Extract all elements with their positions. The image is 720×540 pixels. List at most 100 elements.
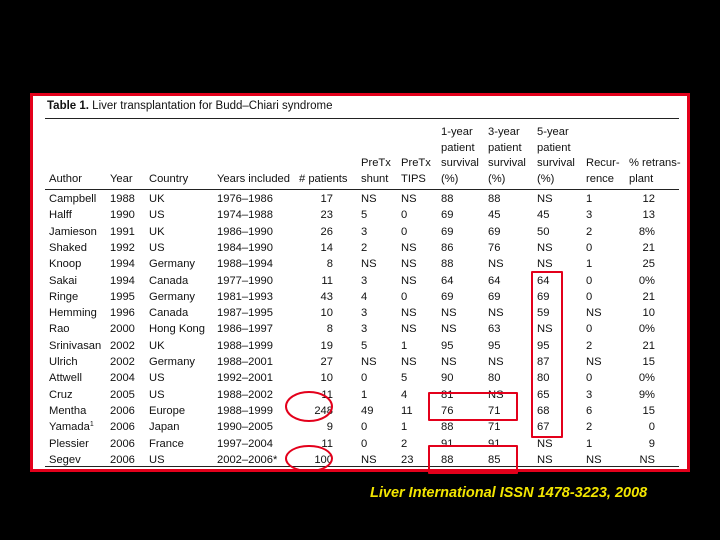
table-row: Shaked 1992 US 1984–1990 14 2 NS 86 76 NS 0 21 [45, 241, 679, 257]
cell-text: 1990 [110, 209, 135, 222]
cell-patients: 10 [307, 306, 333, 321]
cell-1y-survival: NS [441, 322, 457, 337]
cell-text: 1977–1990 [217, 274, 273, 287]
cell-1y-survival: NS [441, 355, 457, 370]
cell-3y-survival: 71 [488, 420, 500, 435]
table-row: Halff 1990 US 1974–1988 23 5 0 69 45 45 3 13 [45, 208, 679, 224]
cell-country: US [149, 208, 165, 223]
cell-text: Rao [49, 323, 70, 336]
cell-pretx-shunt: 4 [361, 290, 367, 305]
cell-years-included: 1990–2005 [217, 420, 273, 435]
cell-text: 1990–2005 [217, 421, 273, 434]
cell-pretx-shunt: 0 [361, 420, 367, 435]
cell-text: Japan [149, 421, 180, 434]
header-3y-survival: 3-year [488, 126, 520, 138]
header-country: Country [149, 172, 189, 185]
cell-text: 8 [326, 258, 333, 271]
citation: Liver International ISSN 1478-3223, 2008 [370, 485, 648, 501]
cell-text: Srinivasan [49, 339, 102, 352]
header-retransplant: plant [629, 172, 654, 185]
cell-text: 21 [642, 339, 655, 352]
cell-text: 1988–2002 [217, 388, 273, 401]
highlight-mentha-patients-ellipse [285, 390, 333, 422]
cell-1y-survival: 64 [441, 274, 453, 289]
cell-text: Canada [149, 307, 189, 320]
cell-recurrence: 0 [586, 241, 592, 256]
cell-author: Sakai [49, 274, 77, 289]
cell-text: 0 [401, 209, 408, 222]
cell-text: 1 [586, 193, 593, 205]
cell-text: US [149, 453, 165, 466]
table-row: Knoop 1994 Germany 1988–1994 8 NS NS 88 NS NS 1 25 [45, 257, 679, 273]
cell-author: Campbell [49, 192, 96, 207]
cell-pretx-tips: NS [401, 241, 417, 256]
cell-text: France [149, 437, 184, 450]
cell-text: NS [586, 307, 602, 320]
cell-text: 5 [361, 209, 368, 222]
cell-recurrence: 1 [586, 192, 592, 207]
header-1y-survival: 1-year [441, 126, 473, 138]
cell-text: 2 [361, 241, 368, 254]
cell-text: 2 [586, 421, 593, 434]
cell-pretx-tips: 23 [401, 453, 413, 468]
cell-pretx-shunt: NS [361, 257, 377, 272]
cell-text: 1988–2001 [217, 356, 273, 368]
cell-years-included: 1988–1994 [217, 257, 273, 272]
cell-text: Canada [149, 274, 189, 287]
cell-text: US [149, 241, 165, 254]
header-1y-survival: patient [441, 141, 475, 154]
cell-country: France [149, 437, 184, 452]
cell-text: Germany [149, 258, 196, 271]
cell-text: 2004 [110, 372, 135, 385]
cell-text: 95 [488, 339, 501, 352]
cell-1y-survival: 88 [441, 192, 453, 207]
header-5y-survival: 5-year [537, 126, 569, 138]
highlight-segev-survival-box [428, 444, 518, 474]
cell-retransplant: 9% [629, 388, 655, 403]
cell-year: 1990 [110, 208, 135, 223]
cell-text: 4 [361, 290, 368, 303]
table-title: Table 1. Liver transplantation for Budd–… [47, 100, 333, 112]
cell-text: 5 [361, 339, 368, 352]
cell-text: 90 [441, 372, 454, 385]
cell-text: 21 [642, 290, 655, 303]
cell-1y-survival: 88 [441, 420, 453, 435]
cell-text: 1988–1999 [217, 404, 273, 417]
cell-recurrence: 3 [586, 388, 592, 403]
table-row: Srinivasan 2002 UK 1988–1999 19 5 1 95 95 95 2 21 [45, 339, 679, 355]
cell-year: 2005 [110, 388, 135, 403]
cell-retransplant: 15 [629, 355, 655, 370]
cell-1y-survival: 86 [441, 241, 453, 256]
cell-text: 64 [441, 274, 454, 287]
cell-1y-survival: 69 [441, 208, 453, 223]
cell-author: Cruz [49, 388, 73, 403]
cell-author: Rao [49, 322, 70, 337]
header-1y-survival: (%) [441, 172, 459, 185]
cell-text: NS [401, 356, 417, 368]
cell-text: 0 [648, 421, 655, 434]
header-1y-survival: survival [441, 157, 479, 169]
cell-text: 0 [361, 421, 368, 434]
cell-author: Halff [49, 208, 72, 223]
cell-text: NS [537, 437, 553, 450]
cell-text: Hemming [49, 307, 97, 320]
cell-recurrence: 0 [586, 290, 592, 305]
cell-text: Halff [49, 209, 72, 222]
cell-text: 69 [488, 290, 501, 303]
cell-pretx-tips: NS [401, 322, 417, 337]
cell-text: 1996 [110, 307, 135, 320]
highlight-mentha-survival-box [428, 391, 518, 421]
cell-years-included: 1992–2001 [217, 371, 273, 386]
cell-text: 1997–2004 [217, 437, 273, 450]
cell-text: 63 [488, 323, 501, 336]
table-row: Sakai 1994 Canada 1977–1990 11 3 NS 64 64 64 0 0% [45, 274, 679, 290]
header-5y-survival: (%) [537, 172, 555, 185]
cell-text: 1988–1994 [217, 258, 273, 271]
cell-text: Mentha [49, 404, 87, 417]
cell-patients: 17 [307, 192, 333, 207]
cell-pretx-shunt: 5 [361, 339, 367, 354]
cell-pretx-shunt: 1 [361, 388, 367, 403]
cell-text: 1994 [110, 258, 135, 271]
cell-text: 1995 [110, 290, 135, 303]
cell-text: US [149, 388, 165, 401]
